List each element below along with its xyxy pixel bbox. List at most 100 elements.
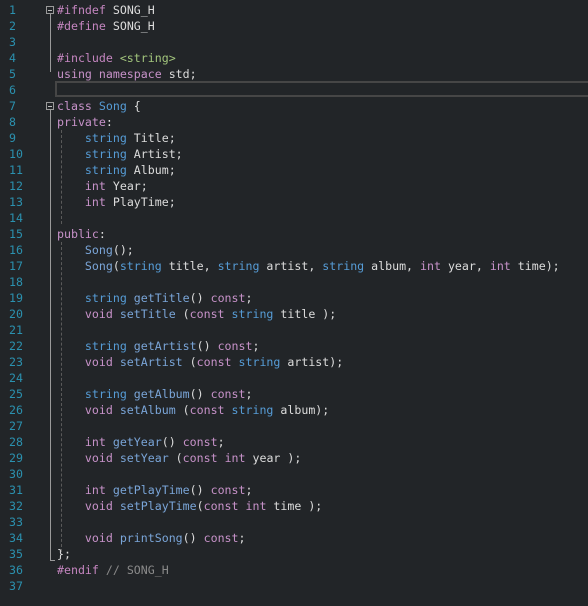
line-number: 19	[9, 291, 23, 305]
line-number: 9	[9, 131, 16, 145]
identifier-token	[57, 147, 85, 161]
code-line[interactable]: void setAlbum (const string album);	[57, 402, 329, 418]
line-number: 29	[9, 451, 23, 465]
code-line[interactable]: void setArtist (const string artist);	[57, 354, 343, 370]
identifier-token: (	[175, 403, 190, 417]
code-line[interactable]: #ifndef SONG_H	[57, 2, 155, 18]
fold-region-end	[50, 560, 55, 561]
identifier-token	[57, 499, 85, 513]
keyword-token: int	[420, 259, 441, 273]
identifier-token: year,	[440, 259, 490, 273]
function-token: Song	[84, 243, 113, 257]
keyword-token: void	[84, 403, 113, 417]
identifier-token: (	[168, 451, 183, 465]
identifier-token	[113, 307, 120, 321]
identifier-token	[99, 563, 106, 577]
keyword-token: void	[84, 531, 113, 545]
keyword-token: int	[224, 451, 246, 465]
identifier-token: title );	[273, 307, 337, 321]
code-line[interactable]: void setPlayTime(const int time );	[57, 498, 322, 514]
code-line[interactable]: };	[57, 546, 71, 562]
code-line[interactable]: string Artist;	[57, 146, 183, 162]
code-line[interactable]: public:	[57, 226, 106, 242]
code-line[interactable]: void printSong() const;	[57, 530, 246, 546]
line-number: 6	[9, 83, 16, 97]
identifier-token	[218, 451, 225, 465]
identifier-token	[57, 387, 85, 401]
identifier-token: year );	[245, 451, 302, 465]
identifier-token	[225, 403, 232, 417]
code-line[interactable]: Song(string title, string artist, string…	[57, 258, 560, 274]
keyword-token: int	[84, 179, 106, 193]
function-token: setAlbum	[119, 403, 176, 417]
identifier-token: :	[98, 227, 106, 241]
code-line[interactable]: #include <string>	[57, 50, 176, 66]
identifier-token	[232, 355, 239, 369]
fold-region-line	[50, 110, 51, 560]
type-token: string	[231, 403, 274, 417]
code-line[interactable]: string Album;	[57, 162, 176, 178]
type-token: string	[322, 259, 365, 273]
code-line[interactable]: string getArtist() const;	[57, 338, 260, 354]
include-path-token: <string>	[119, 51, 176, 65]
keyword-token: const	[203, 531, 239, 545]
code-line[interactable]: int getYear() const;	[57, 434, 225, 450]
keyword-token: int	[84, 435, 106, 449]
line-number: 37	[9, 579, 23, 593]
code-line[interactable]: void setTitle (const string title );	[57, 306, 336, 322]
type-token: string	[84, 387, 127, 401]
keyword-token: int	[84, 195, 106, 209]
code-line[interactable]: int Year;	[57, 178, 148, 194]
identifier-token	[57, 531, 85, 545]
code-line[interactable]: using namespace std;	[57, 66, 197, 82]
identifier-token: PlayTime;	[105, 195, 176, 209]
line-number: 2	[9, 19, 16, 33]
line-number: 25	[9, 387, 23, 401]
line-number: 24	[9, 371, 23, 385]
line-number: 18	[9, 275, 23, 289]
code-line[interactable]: private:	[57, 114, 113, 130]
code-line[interactable]: int getPlayTime() const;	[57, 482, 253, 498]
code-line[interactable]: #endif // SONG_H	[57, 562, 169, 578]
comment-token: // SONG_H	[105, 563, 169, 577]
current-line-highlight	[55, 81, 588, 97]
function-token: setPlayTime	[119, 499, 197, 513]
fold-toggle-ifndef-icon[interactable]	[46, 6, 54, 14]
code-line[interactable]: int PlayTime;	[57, 194, 176, 210]
identifier-token: };	[57, 547, 71, 561]
function-token: Song	[84, 259, 113, 273]
identifier-token: ;	[245, 483, 253, 497]
fold-toggle-class-icon[interactable]	[46, 102, 54, 110]
identifier-token	[57, 483, 85, 497]
code-line[interactable]: string Title;	[57, 130, 176, 146]
function-token: getYear	[112, 435, 162, 449]
identifier-token	[57, 307, 85, 321]
code-line[interactable]: #define SONG_H	[57, 18, 155, 34]
type-token: string	[238, 355, 281, 369]
identifier-token: ;	[245, 291, 253, 305]
keyword-token: void	[84, 451, 113, 465]
identifier-token: time );	[266, 499, 323, 513]
type-token: string	[84, 163, 127, 177]
identifier-token	[127, 387, 134, 401]
line-number: 16	[9, 243, 23, 257]
code-line[interactable]: class Song {	[57, 98, 141, 114]
code-line[interactable]: string getTitle() const;	[57, 290, 253, 306]
keyword-token: void	[84, 307, 113, 321]
keyword-token: void	[84, 355, 113, 369]
code-line[interactable]: void setYear (const int year );	[57, 450, 301, 466]
identifier-token: artist);	[280, 355, 344, 369]
code-line[interactable]: Song();	[57, 242, 134, 258]
line-number: 32	[9, 499, 23, 513]
line-number: 8	[9, 115, 16, 129]
type-token: string	[84, 339, 127, 353]
code-line[interactable]: string getAlbum() const;	[57, 386, 253, 402]
identifier-token: ;	[217, 435, 225, 449]
line-number: 35	[9, 547, 23, 561]
identifier-token	[225, 307, 232, 321]
identifier-token: ;	[252, 339, 260, 353]
function-token: setYear	[119, 451, 169, 465]
code-editor[interactable]: 1 2 3 4 5 6 7 8 9 10 11 12 13 14 15 16 17 18 19 20 21 22 23 24 2…	[0, 0, 588, 606]
line-number: 28	[9, 435, 23, 449]
identifier-token: SONG_H	[105, 19, 155, 33]
